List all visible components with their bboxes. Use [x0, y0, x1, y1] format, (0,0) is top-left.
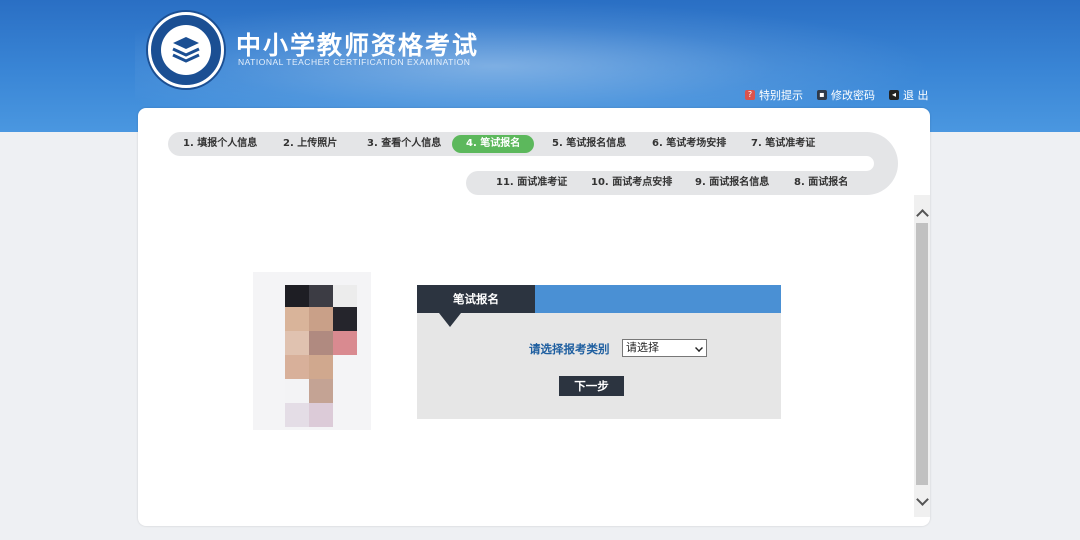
top-links: ? 特别提示 ▪ 修改密码 ◂ 退 出 [745, 87, 929, 103]
chevron-down-icon [695, 344, 703, 352]
next-step-button[interactable]: 下一步 [559, 376, 624, 396]
logout-label: 退 出 [903, 89, 929, 102]
step-2[interactable]: 2. 上传照片 [283, 135, 337, 153]
step-5[interactable]: 5. 笔试报名信息 [552, 135, 626, 153]
site-logo [148, 12, 224, 88]
panel-scrollbar[interactable] [914, 195, 930, 517]
logout-link[interactable]: ◂ 退 出 [889, 87, 929, 103]
notice-link[interactable]: ? 特别提示 [745, 87, 803, 103]
change-password-label: 修改密码 [831, 89, 875, 102]
steps-track: 1. 填报个人信息 2. 上传照片 3. 查看个人信息 4. 笔试报名 5. 笔… [168, 132, 898, 196]
step-8[interactable]: 8. 面试报名 [794, 174, 848, 192]
exam-category-select-value: 请选择 [626, 341, 659, 354]
change-password-link[interactable]: ▪ 修改密码 [817, 87, 875, 103]
scroll-up-icon[interactable] [914, 205, 930, 221]
form-tab: 笔试报名 [417, 285, 535, 313]
site-subtitle: NATIONAL TEACHER CERTIFICATION EXAMINATI… [238, 57, 471, 67]
step-11[interactable]: 11. 面试准考证 [496, 174, 567, 192]
step-1[interactable]: 1. 填报个人信息 [183, 135, 257, 153]
step-4-active[interactable]: 4. 笔试报名 [452, 135, 535, 153]
exam-category-select[interactable]: 请选择 [622, 339, 707, 357]
step-10[interactable]: 10. 面试考点安排 [591, 174, 672, 192]
key-icon: ▪ [817, 90, 827, 100]
book-icon [161, 25, 211, 75]
step-9[interactable]: 9. 面试报名信息 [695, 174, 769, 192]
step-3[interactable]: 3. 查看个人信息 [367, 135, 441, 153]
exam-category-label: 请选择报考类别 [529, 342, 610, 356]
applicant-photo [253, 272, 371, 430]
step-7[interactable]: 7. 笔试准考证 [751, 135, 815, 153]
step-6[interactable]: 6. 笔试考场安排 [652, 135, 726, 153]
logout-icon: ◂ [889, 90, 899, 100]
info-icon: ? [745, 90, 755, 100]
notice-link-label: 特别提示 [759, 89, 803, 102]
written-exam-form: 笔试报名 请选择报考类别 请选择 下一步 [417, 285, 781, 419]
scroll-thumb[interactable] [916, 223, 928, 485]
form-tab-notch [439, 313, 461, 327]
scroll-down-icon[interactable] [914, 493, 930, 509]
